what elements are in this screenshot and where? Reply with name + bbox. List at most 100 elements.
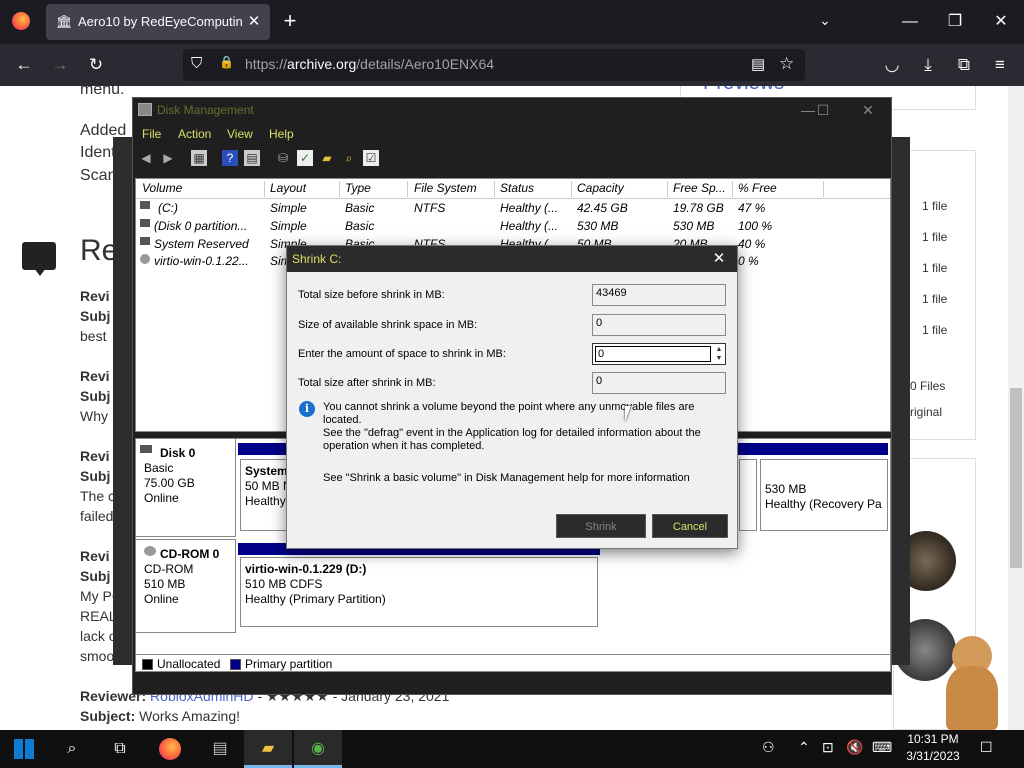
forward-arrow-icon[interactable]: ▶ (160, 150, 176, 166)
dm-title-bar[interactable]: Disk Management — ☐ ✕ (133, 98, 891, 122)
tracking-shield-icon[interactable]: ⛉ (191, 55, 209, 73)
new-tab-button[interactable]: + (278, 10, 302, 34)
col-type[interactable]: Type (341, 181, 408, 197)
menu-view[interactable]: View (227, 127, 253, 141)
maximize-button[interactable]: ❐ (935, 8, 975, 36)
search-icon[interactable]: ⌕ (48, 730, 96, 768)
search-folder-icon[interactable]: ⌕ (341, 150, 357, 166)
start-button[interactable] (0, 730, 48, 768)
col-free-space[interactable]: Free Sp... (669, 181, 733, 197)
shrink-amount-input[interactable]: 0 (595, 346, 711, 362)
people-icon[interactable]: ⚇ (762, 739, 775, 756)
list-all-tabs-icon[interactable]: ⌄ (814, 12, 836, 32)
browser-nav-bar: ← → ↻ ⛉ 🔒 https://archive.org/details/Ae… (0, 44, 1024, 86)
col-layout[interactable]: Layout (266, 181, 340, 197)
pocket-icon[interactable]: ◡ (879, 53, 905, 77)
volume-pct: 0 % (738, 254, 759, 268)
dm-maximize-button[interactable]: ☐ (808, 100, 838, 120)
disk0-header[interactable]: Disk 0 Basic 75.00 GB Online (136, 439, 236, 537)
partition-size: 510 MB CDFS (245, 577, 323, 591)
clock-time[interactable]: 10:31 PM (906, 732, 960, 746)
col-capacity[interactable]: Capacity (573, 181, 668, 197)
browser-tab[interactable]: 🏛 Aero10 by RedEyeComputing : ✕ (46, 4, 270, 40)
c-drive-partition-edge[interactable] (739, 459, 757, 531)
clock-date[interactable]: 3/31/2023 (900, 749, 966, 763)
reload-button[interactable]: ↻ (83, 53, 109, 77)
file-count[interactable]: 1 file (922, 230, 947, 244)
close-icon[interactable]: ✕ (707, 249, 731, 269)
tab-title: Aero10 by RedEyeComputing : (78, 14, 243, 29)
system-reserved-partition[interactable]: System 50 MB N Healthy (240, 459, 292, 531)
taskbar-disk-management[interactable]: ◉ (294, 730, 342, 768)
open-folder-icon[interactable]: ▰ (319, 150, 335, 166)
col-filesystem[interactable]: File System (410, 181, 495, 197)
file-count[interactable]: 1 file (922, 292, 947, 306)
cancel-button[interactable]: Cancel (652, 514, 728, 538)
shrink-amount-stepper[interactable]: 0 ▲ ▼ (592, 343, 726, 365)
taskbar-firefox[interactable] (146, 730, 194, 768)
back-arrow-icon[interactable]: ◀ (138, 150, 154, 166)
volume-layout: Simple (270, 201, 307, 215)
browser-tab-bar: 🏛 Aero10 by RedEyeComputing : ✕ + ⌄ — ❐ … (0, 0, 1024, 44)
cdrom0-header[interactable]: CD-ROM 0 CD-ROM 510 MB Online (136, 539, 236, 633)
extensions-icon[interactable]: ⧉ (951, 53, 977, 77)
close-window-button[interactable]: ✕ (981, 8, 1021, 36)
reviews-icon-tail (34, 268, 46, 276)
cdrom-name: CD-ROM 0 (160, 547, 220, 561)
col-status[interactable]: Status (496, 181, 572, 197)
page-text-ident: Ident (80, 144, 116, 161)
dm-title: Disk Management (157, 103, 254, 117)
menu-action[interactable]: Action (178, 127, 211, 141)
taskbar: ⌕ ⧉ ▤ ▰ ◉ ⚇ ⌃ ⊡ 🔇 ⌨ 10:31 PM 3/31/2023 ☐ (0, 730, 1024, 768)
app-menu-icon[interactable]: ≡ (987, 53, 1013, 77)
volume-mute-icon[interactable]: 🔇 (846, 739, 863, 756)
task-view-icon[interactable]: ⧉ (96, 730, 144, 768)
url-text[interactable]: https://archive.org/details/Aero10ENX64 (245, 56, 725, 74)
forward-button[interactable]: → (47, 53, 73, 77)
firefox-logo-icon[interactable] (12, 12, 30, 30)
properties-icon[interactable]: ▤ (244, 150, 260, 166)
previews-link[interactable]: Previews (703, 86, 784, 95)
back-button[interactable]: ← (11, 53, 37, 77)
legend-unallocated: Unallocated (157, 657, 221, 671)
bookmark-star-icon[interactable]: ☆ (779, 54, 797, 73)
connect-drive-icon[interactable]: ⛁ (275, 150, 291, 166)
shrink-button[interactable]: Shrink (556, 514, 646, 538)
original-link[interactable]: riginal (910, 405, 942, 419)
menu-help[interactable]: Help (269, 127, 294, 141)
recovery-partition[interactable]: 530 MB Healthy (Recovery Pa (760, 459, 888, 531)
console-tree-icon[interactable]: ▦ (191, 150, 207, 166)
url-bar[interactable]: ⛉ 🔒 https://archive.org/details/Aero10EN… (183, 49, 805, 81)
col-pct-free[interactable]: % Free (734, 181, 824, 197)
dm-close-button[interactable]: ✕ (853, 100, 883, 120)
taskbar-disk-tool[interactable]: ▤ (196, 730, 244, 768)
disk0-size: 75.00 GB (144, 476, 195, 490)
reader-view-icon[interactable]: ▤ (751, 55, 769, 73)
file-count[interactable]: 1 file (922, 323, 947, 337)
url-path: /details/Aero10ENX64 (356, 56, 495, 72)
help-icon[interactable]: ? (222, 150, 238, 166)
keyboard-icon[interactable]: ⌨ (872, 739, 892, 756)
settings-list-icon[interactable]: ☑ (363, 150, 379, 166)
notifications-icon[interactable]: ☐ (980, 739, 993, 756)
minimize-button[interactable]: — (890, 8, 930, 36)
file-count[interactable]: 1 file (922, 261, 947, 275)
file-count[interactable]: 1 file (922, 199, 947, 213)
check-icon[interactable]: ✓ (297, 150, 313, 166)
shrink-title-bar[interactable]: Shrink C: ✕ (287, 246, 737, 272)
show-hidden-icons[interactable]: ⌃ (798, 739, 810, 756)
taskbar-file-explorer[interactable]: ▰ (244, 730, 292, 768)
stepper-up-icon[interactable]: ▲ (713, 345, 725, 354)
virtio-cd-partition[interactable]: virtio-win-0.1.229 (D:) 510 MB CDFS Heal… (240, 557, 598, 627)
menu-file[interactable]: File (142, 127, 161, 141)
shrink-title: Shrink C: (292, 252, 342, 266)
page-scrollbar-thumb[interactable] (1010, 388, 1022, 568)
total-before-label: Total size before shrink in MB: (298, 289, 445, 301)
close-tab-icon[interactable]: ✕ (244, 12, 264, 32)
network-icon[interactable]: ⊡ (822, 739, 834, 756)
col-volume[interactable]: Volume (138, 181, 265, 197)
stepper-down-icon[interactable]: ▼ (713, 354, 725, 363)
lock-icon[interactable]: 🔒 (219, 55, 235, 73)
downloads-icon[interactable]: ⤓ (915, 53, 941, 77)
total-files[interactable]: 0 Files (910, 379, 945, 393)
